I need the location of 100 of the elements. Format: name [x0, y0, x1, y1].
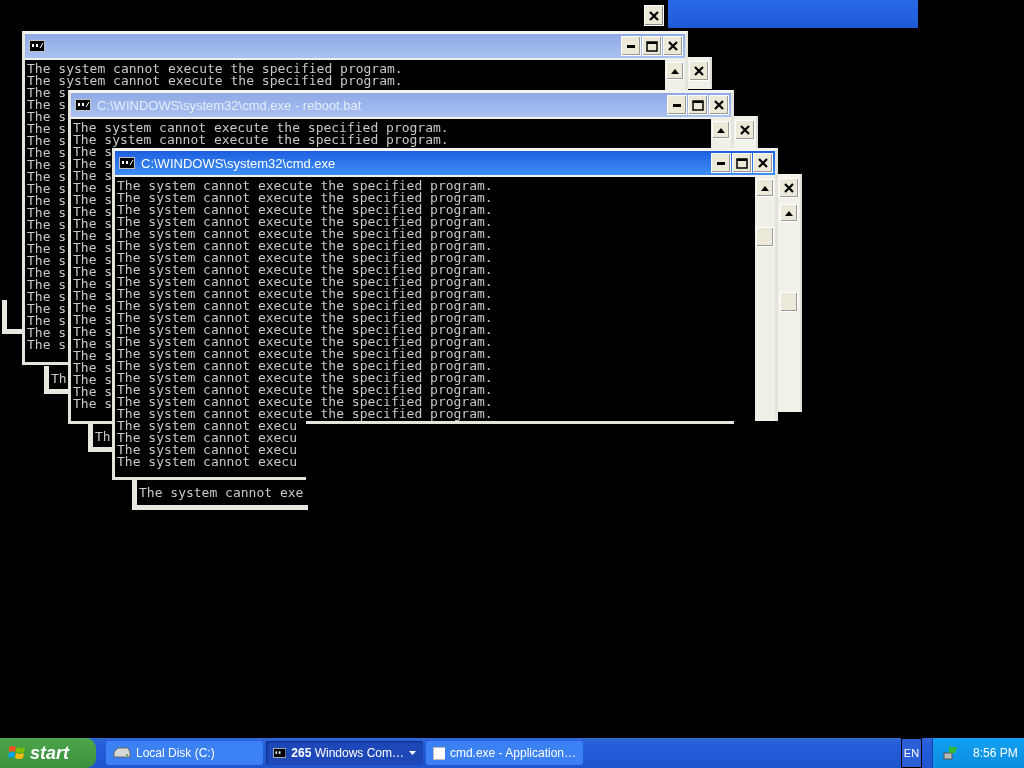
- console-line: The s: [27, 219, 67, 231]
- close-button[interactable]: [779, 178, 799, 198]
- network-icon: [943, 745, 959, 761]
- taskbar-button[interactable]: cmd.exe - Application…: [426, 741, 583, 765]
- console-line: The system cannot execute the specified program.: [117, 324, 493, 336]
- console-line: The s: [27, 267, 67, 279]
- console-line: The s: [27, 99, 67, 111]
- console-line: The system cannot execute the specified program.: [117, 204, 493, 216]
- scroll-thumb[interactable]: [756, 227, 774, 247]
- clock: 8:56 PM: [973, 746, 1018, 760]
- console-line: The s: [73, 302, 113, 314]
- console-line: Th: [95, 429, 111, 444]
- close-icon: [784, 183, 794, 193]
- console-line: The s: [27, 243, 67, 255]
- console-line: The system cannot execu: [117, 420, 297, 432]
- console-line: The s: [27, 159, 67, 171]
- maximize-button[interactable]: [732, 153, 752, 173]
- console-line: The s: [73, 290, 113, 302]
- drive-icon: [113, 747, 131, 759]
- close-button[interactable]: [753, 153, 773, 173]
- console-line: The system cannot execute the specified program.: [117, 240, 493, 252]
- console-line: The s: [27, 207, 67, 219]
- console-line: The s: [27, 123, 67, 135]
- scroll-up-button[interactable]: [712, 121, 730, 139]
- console-line: The system cannot execute the specified program.: [73, 134, 449, 146]
- console-line: The s: [73, 182, 113, 194]
- console-line: The system cannot exe: [139, 485, 304, 500]
- console-line: The s: [73, 218, 113, 230]
- console-line: The system cannot execute the specified program.: [117, 252, 493, 264]
- console-line: The s: [73, 350, 113, 362]
- console-line: The s: [27, 135, 67, 147]
- close-button[interactable]: [709, 95, 729, 115]
- console-line: The system cannot execute the specified program.: [73, 122, 449, 134]
- console-line: The s: [27, 339, 67, 351]
- console-line: The s: [27, 111, 67, 123]
- up-arrow-icon: [671, 68, 679, 74]
- close-button[interactable]: [663, 36, 683, 56]
- close-button[interactable]: [735, 120, 755, 140]
- minimize-icon: [717, 161, 725, 165]
- console-line: The s: [27, 183, 67, 195]
- console-line: Th: [51, 371, 67, 386]
- close-icon: [714, 100, 724, 110]
- scroll-up-button[interactable]: [666, 62, 684, 80]
- console-line: The s: [73, 278, 113, 290]
- maximize-icon: [736, 157, 748, 169]
- console-line: The system cannot execute the specified program.: [117, 336, 493, 348]
- close-icon: [694, 66, 704, 76]
- console-line: The s: [73, 206, 113, 218]
- console-line: The system cannot execu: [117, 456, 297, 468]
- console-line: The system cannot execute the specified program.: [117, 360, 493, 372]
- start-button[interactable]: start: [0, 738, 96, 768]
- maximize-button[interactable]: [688, 95, 708, 115]
- console-line: The system cannot execu: [117, 432, 297, 444]
- language-indicator[interactable]: EN: [901, 738, 922, 768]
- window-icon: [433, 746, 445, 760]
- console-line: The system cannot execute the specified program.: [117, 372, 493, 384]
- up-arrow-icon: [717, 127, 725, 133]
- close-button[interactable]: [689, 61, 709, 81]
- up-arrow-icon: [761, 185, 769, 191]
- console-line: The s: [73, 242, 113, 254]
- console-line: The s: [27, 147, 67, 159]
- console-line: The s: [73, 362, 113, 374]
- console-line: The s: [27, 303, 67, 315]
- console-icon: [119, 157, 135, 169]
- maximize-button[interactable]: [642, 36, 662, 56]
- console-line: The s: [27, 87, 67, 99]
- up-arrow-icon: [785, 210, 793, 216]
- taskbar-button[interactable]: Local Disk (C:): [106, 741, 263, 765]
- caret-icon: [409, 751, 416, 755]
- maximize-icon: [692, 99, 704, 111]
- console-line: The s: [73, 254, 113, 266]
- console-line: The s: [27, 195, 67, 207]
- scroll-up-button[interactable]: [756, 179, 774, 197]
- scroll-up-button[interactable]: [780, 204, 798, 222]
- console-line: The s: [27, 231, 67, 243]
- console-line: The system cannot execute the specified program.: [27, 75, 403, 87]
- console-line: The system cannot execute the specified program.: [117, 348, 493, 360]
- console-line: The s: [73, 146, 113, 158]
- close-icon: [668, 41, 678, 51]
- minimize-button[interactable]: [621, 36, 641, 56]
- console-line: The system cannot execute the specified program.: [117, 192, 493, 204]
- console-line: The s: [73, 230, 113, 242]
- taskbar-button[interactable]: 265 Windows Com…: [266, 741, 423, 765]
- minimize-button[interactable]: [711, 153, 731, 173]
- console-line: The s: [73, 398, 113, 410]
- scroll-thumb[interactable]: [780, 292, 798, 312]
- console-line: The system cannot execu: [117, 444, 297, 456]
- minimize-button[interactable]: [667, 95, 687, 115]
- close-button[interactable]: [644, 5, 664, 26]
- console-line: The s: [73, 374, 113, 386]
- console-line: The s: [73, 158, 113, 170]
- console-line: The s: [27, 255, 67, 267]
- console-line: The system cannot execute the specified program.: [27, 63, 403, 75]
- console-line: The s: [27, 171, 67, 183]
- console-line: The system cannot execute the specified program.: [117, 312, 493, 324]
- console-line: The system cannot execute the specified program.: [117, 396, 493, 408]
- window-title: C:\WINDOWS\system32\cmd.exe: [141, 155, 336, 171]
- console-line: The s: [73, 314, 113, 326]
- window-title: C:\WINDOWS\system32\cmd.exe - reboot.bat: [97, 97, 362, 113]
- close-icon: [649, 10, 659, 21]
